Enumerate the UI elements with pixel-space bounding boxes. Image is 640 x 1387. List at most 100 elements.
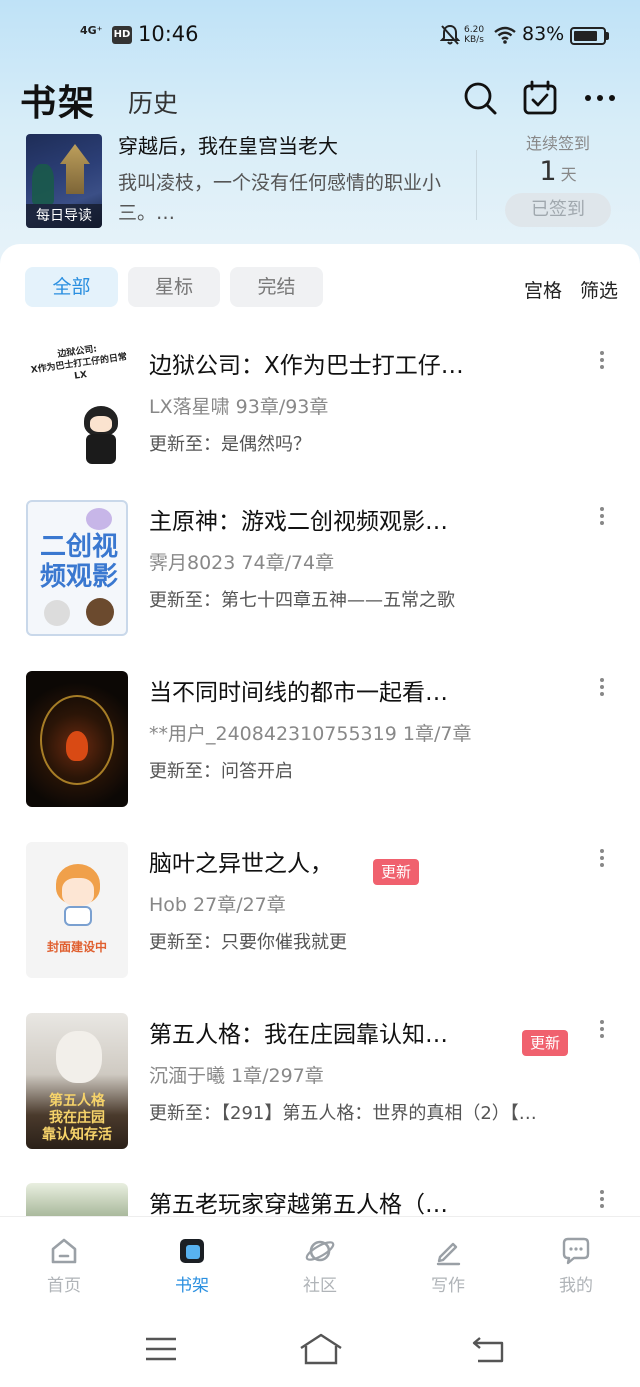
more-vertical-icon[interactable] (590, 348, 614, 376)
book-meta: **用户_240842310755319 1章/7章 (149, 723, 472, 745)
battery-level-fill (574, 31, 597, 41)
new-update-badge: 更新 (522, 1030, 569, 1056)
sign-in-days-unit: 天 (560, 165, 577, 184)
book-title[interactable]: 第五老玩家穿越第五人格（… (149, 1185, 448, 1216)
new-update-badge: 更新 (373, 859, 420, 885)
battery-tip (606, 32, 609, 40)
cover-art-flame (66, 731, 88, 761)
pen-icon (436, 1242, 461, 1266)
nav-label: 首页 (47, 1276, 81, 1296)
book-cover[interactable]: 二创视频观影 (26, 500, 128, 636)
cover-placeholder-label: 封面建设中 (46, 940, 107, 954)
book-item[interactable]: 第五老玩家穿越第五人格（… (0, 1183, 640, 1216)
calendar-check-icon[interactable] (522, 80, 558, 116)
battery-icon (570, 27, 606, 45)
filter-button[interactable]: 筛选 (580, 276, 618, 303)
signed-in-button[interactable]: 已签到 (505, 193, 611, 227)
sign-in-label: 连续签到 (525, 134, 590, 153)
nav-item-bookshelf[interactable]: 书架 (152, 1235, 232, 1296)
nav-item-write[interactable]: 写作 (408, 1235, 488, 1296)
daily-read-cover[interactable]: 每日导读 (26, 134, 102, 228)
more-vertical-icon[interactable] (590, 675, 614, 703)
nav-label: 我的 (559, 1276, 593, 1296)
nav-label: 社区 (303, 1276, 337, 1296)
daily-read-title[interactable]: 穿越后，我在皇宫当老大 (118, 130, 338, 159)
cover-art-character (86, 598, 114, 626)
book-title[interactable]: 第五人格：我在庄园靠认知… (149, 1015, 448, 1049)
more-vertical-icon[interactable] (590, 504, 614, 532)
book-title[interactable]: 主原神：游戏二创视频观影… (149, 502, 448, 536)
menu-icon[interactable] (144, 1334, 178, 1364)
status-bar: 4G⁺ HD 10:46 6.20 KB/s 83% (0, 0, 640, 70)
book-update: 更新至：只要你催我就更 (149, 932, 347, 953)
cover-text: 第五人格 我在庄园 靠认知存活 (42, 1093, 112, 1143)
chat-bubble-icon (562, 1237, 590, 1265)
more-vertical-icon[interactable] (590, 846, 614, 874)
book-title[interactable]: 脑叶之异世之人， (149, 844, 333, 878)
wifi-icon (494, 26, 516, 44)
cover-art-face (56, 1031, 102, 1083)
status-time: 10:46 (138, 22, 199, 46)
book-cover[interactable]: 边狱公司: X作为巴士打工仔的日常 LX (26, 344, 128, 480)
mute-icon (440, 24, 460, 45)
sign-in-days: 1天 (505, 156, 611, 187)
more-vertical-icon[interactable] (590, 1187, 614, 1215)
tab-bookshelf[interactable]: 书架 (20, 74, 96, 126)
nav-item-community[interactable]: 社区 (280, 1235, 360, 1296)
book-meta: Hob 27章/27章 (149, 894, 286, 916)
book-cover[interactable]: 封面建设中 (26, 842, 128, 978)
book-item[interactable]: 第五人格 我在庄园 靠认知存活 第五人格：我在庄园靠认知… 更新 沉湎于曦 1章… (0, 1013, 640, 1153)
book-update: 更新至：【291】第五人格：世界的真相（2）【… (149, 1103, 537, 1124)
back-icon[interactable] (470, 1334, 506, 1364)
book-meta: 沉湎于曦 1章/297章 (149, 1065, 324, 1087)
cover-art-tower (60, 144, 90, 194)
home-icon (51, 1238, 77, 1264)
book-cover[interactable] (26, 1183, 128, 1216)
daily-read-desc[interactable]: 我叫凌枝，一个没有任何感情的职业小三。… (118, 168, 448, 228)
bottom-nav: 首页 书架 社区 写作 我的 (0, 1216, 640, 1314)
nav-label: 写作 (431, 1276, 465, 1296)
cover-text: 二创视频观影 (39, 532, 118, 592)
nav-item-me[interactable]: 我的 (536, 1235, 616, 1296)
book-item[interactable]: 边狱公司: X作为巴士打工仔的日常 LX 边狱公司：X作为巴士打工仔… LX落星… (0, 344, 640, 484)
network-speed: 6.20 KB/s (464, 25, 484, 45)
tab-history[interactable]: 历史 (128, 84, 178, 120)
book-item[interactable]: 二创视频观影 主原神：游戏二创视频观影… 霁月8023 74章/74章 更新至：… (0, 500, 640, 640)
book-cover[interactable] (26, 671, 128, 807)
sign-in-days-number: 1 (539, 156, 557, 187)
bookshelf-panel: 全部 星标 完结 宫格 筛选 边狱公司: X作为巴士打工仔的日常 LX 边狱公司… (0, 244, 640, 1216)
book-title[interactable]: 边狱公司：X作为巴士打工仔… (149, 346, 464, 380)
cover-art-tree (32, 164, 54, 204)
book-meta: LX落星啸 93章/93章 (149, 396, 329, 418)
cover-art-face (90, 416, 112, 432)
cover-art-body (86, 434, 116, 464)
planet-icon (305, 1240, 335, 1262)
hd-indicator: HD (112, 26, 132, 44)
book-item[interactable]: 封面建设中 脑叶之异世之人， 更新 Hob 27章/27章 更新至：只要你催我就… (0, 842, 640, 982)
system-home-icon[interactable] (298, 1332, 344, 1366)
nav-label: 书架 (175, 1276, 209, 1296)
speed-unit: KB/s (464, 35, 484, 45)
more-horizontal-icon[interactable] (582, 80, 618, 116)
filter-all[interactable]: 全部 (25, 267, 118, 307)
cover-art-character (44, 600, 70, 626)
search-icon[interactable] (462, 80, 498, 116)
cover-art-face (62, 878, 94, 906)
system-nav-bar (0, 1314, 640, 1387)
book-meta: 霁月8023 74章/74章 (149, 552, 335, 574)
cover-art-body (64, 906, 92, 926)
filter-starred[interactable]: 星标 (128, 267, 220, 307)
book-update: 更新至：问答开启 (149, 761, 293, 782)
cover-art-ears (86, 508, 112, 530)
speed-value: 6.20 (464, 25, 485, 35)
book-update: 更新至：是偶然吗？ (149, 434, 311, 455)
book-cover[interactable]: 第五人格 我在庄园 靠认知存活 (26, 1013, 128, 1149)
cover-text: 边狱公司: X作为巴士打工仔的日常 LX (30, 344, 128, 382)
more-vertical-icon[interactable] (590, 1017, 614, 1045)
filter-finished[interactable]: 完结 (230, 267, 323, 307)
grid-view-toggle[interactable]: 宫格 (524, 276, 562, 303)
book-item[interactable]: 当不同时间线的都市一起看… **用户_240842310755319 1章/7章… (0, 671, 640, 811)
nav-item-home[interactable]: 首页 (24, 1235, 104, 1296)
book-update: 更新至：第七十四章五神——五常之歌 (149, 590, 455, 611)
book-title[interactable]: 当不同时间线的都市一起看… (149, 673, 448, 707)
